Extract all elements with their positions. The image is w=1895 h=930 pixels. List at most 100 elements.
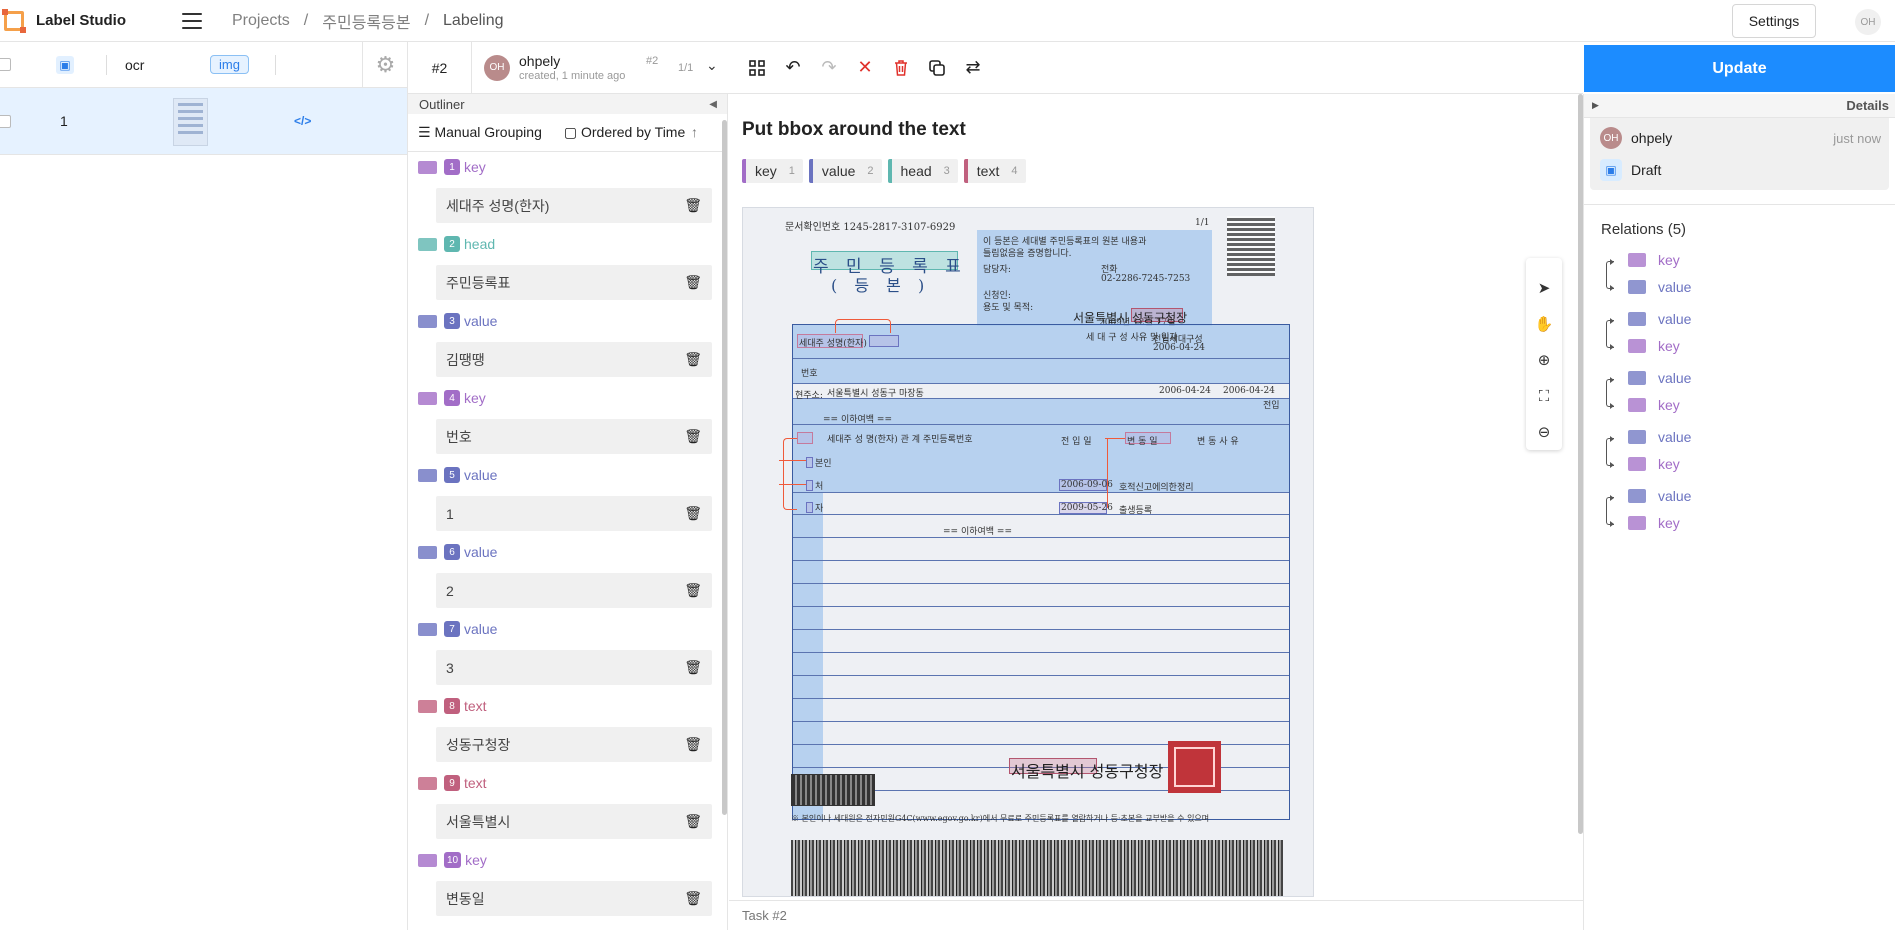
grid-icon[interactable] (739, 50, 775, 86)
relation-item[interactable]: key value (1604, 252, 1895, 311)
region-header[interactable]: 10 key (418, 852, 487, 868)
column-img[interactable]: img (210, 55, 249, 74)
sort-direction-icon[interactable]: ↑ (691, 124, 698, 140)
list-item[interactable]: 3 value 김땡땡 🗑 (408, 309, 727, 386)
settings-button[interactable]: Settings (1732, 4, 1816, 38)
reject-icon[interactable]: ✕ (847, 50, 883, 86)
relation-item[interactable]: value key (1604, 311, 1895, 370)
logo[interactable]: Label Studio (2, 8, 182, 33)
fit-icon[interactable]: ⛶ (1539, 378, 1550, 414)
region-text[interactable]: 세대주 성명(한자) 🗑 (436, 188, 712, 223)
trash-icon[interactable]: 🗑 (684, 890, 702, 907)
code-icon[interactable]: </> (294, 114, 311, 128)
delete-icon[interactable] (883, 50, 919, 86)
region-text[interactable]: 성동구청장 🗑 (436, 727, 712, 762)
ordering-button[interactable]: ▢ Ordered by Time (564, 124, 685, 141)
bbox-value-2[interactable] (806, 480, 813, 491)
update-button[interactable]: Update (1584, 45, 1895, 92)
column-ocr[interactable]: ocr (125, 57, 144, 73)
label-head[interactable]: head 3 (887, 159, 958, 183)
relation-item[interactable]: value key (1604, 488, 1895, 547)
region-text[interactable]: 3 🗑 (436, 650, 712, 685)
trash-icon[interactable]: 🗑 (684, 505, 702, 522)
hand-icon[interactable]: ✋ (1535, 306, 1554, 342)
list-item[interactable]: 9 text 서울특별시 🗑 (408, 771, 727, 848)
outliner-scrollbar[interactable] (722, 120, 727, 815)
undo-icon[interactable]: ↶ (775, 50, 811, 86)
list-item[interactable]: 5 value 1 🗑 (408, 463, 727, 540)
row-checkbox[interactable] (0, 114, 11, 128)
region-text[interactable]: 번호 🗑 (436, 419, 712, 454)
bbox-key-number[interactable] (797, 432, 813, 444)
region-header[interactable]: 1 key (418, 159, 486, 175)
region-header[interactable]: 3 value (418, 313, 497, 329)
relation-item[interactable]: value key (1604, 370, 1895, 429)
zoom-in-icon[interactable]: ⊕ (1538, 342, 1551, 378)
gear-icon[interactable]: ⚙ (362, 42, 408, 88)
user-avatar[interactable]: OH (1855, 9, 1881, 35)
region-header[interactable]: 5 value (418, 467, 497, 483)
region-text[interactable]: 서울특별시 🗑 (436, 804, 712, 839)
list-item[interactable]: 6 value 2 🗑 (408, 540, 727, 617)
list-item[interactable]: 7 value 3 🗑 (408, 617, 727, 694)
annotation-selector[interactable]: OH ohpely created, 1 minute ago #2 1/1 ⌄ (484, 53, 739, 82)
details-header[interactable]: ▶ Details (1584, 94, 1895, 118)
region-header[interactable]: 4 key (418, 390, 486, 406)
relation-to[interactable]: key (1628, 338, 1680, 354)
select-all-checkbox[interactable] (0, 58, 11, 71)
expand-icon[interactable]: ▶ (1592, 100, 1599, 111)
bbox-value-name[interactable] (869, 335, 899, 347)
swap-icon[interactable]: ⇄ (955, 50, 991, 86)
outliner-header[interactable]: Outliner ◀ (408, 94, 727, 114)
relation-item[interactable]: value key (1604, 429, 1895, 488)
region-text[interactable]: 1 🗑 (436, 496, 712, 531)
label-text[interactable]: text 4 (963, 159, 1026, 183)
relation-to[interactable]: value (1628, 279, 1691, 295)
chevron-down-icon[interactable]: ⌄ (706, 57, 718, 74)
redo-icon[interactable]: ↷ (811, 50, 847, 86)
list-item[interactable]: 8 text 성동구청장 🗑 (408, 694, 727, 771)
trash-icon[interactable]: 🗑 (684, 351, 702, 368)
region-text[interactable]: 김땡땡 🗑 (436, 342, 712, 377)
trash-icon[interactable]: 🗑 (684, 274, 702, 291)
region-header[interactable]: 7 value (418, 621, 497, 637)
list-item[interactable]: 2 head 주민등록표 🗑 (408, 232, 727, 309)
region-header[interactable]: 2 head (418, 236, 495, 252)
list-item[interactable]: 4 key 번호 🗑 (408, 386, 727, 463)
relation-to[interactable]: key (1628, 456, 1680, 472)
trash-icon[interactable]: 🗑 (684, 813, 702, 830)
trash-icon[interactable]: 🗑 (684, 582, 702, 599)
trash-icon[interactable]: 🗑 (684, 736, 702, 753)
trash-icon[interactable]: 🗑 (684, 428, 702, 445)
copy-icon[interactable] (919, 50, 955, 86)
trash-icon[interactable]: 🗑 (684, 197, 702, 214)
region-text[interactable]: 주민등록표 🗑 (436, 265, 712, 300)
grouping-button[interactable]: ☰ Manual Grouping (418, 124, 542, 141)
breadcrumb-projects[interactable]: Projects (232, 12, 290, 30)
relation-from[interactable]: value (1628, 488, 1691, 504)
relation-to[interactable]: key (1628, 515, 1680, 531)
relation-to[interactable]: key (1628, 397, 1680, 413)
region-text[interactable]: 변동일 🗑 (436, 881, 712, 916)
relation-from[interactable]: value (1628, 311, 1691, 327)
table-row[interactable]: 1 </> (0, 88, 407, 155)
pointer-icon[interactable]: ➤ (1538, 270, 1551, 306)
label-key[interactable]: key 1 (742, 159, 803, 183)
label-value[interactable]: value 2 (808, 159, 882, 183)
region-header[interactable]: 8 text (418, 698, 487, 714)
region-header[interactable]: 9 text (418, 775, 487, 791)
region-text[interactable]: 2 🗑 (436, 573, 712, 608)
list-item[interactable]: 10 key 변동일 🗑 (408, 848, 727, 925)
relation-from[interactable]: value (1628, 370, 1691, 386)
document-image[interactable]: 문서확인번호 1245-2817-3107-6929 1/1 이 등본은 세대별… (742, 207, 1314, 897)
relation-from[interactable]: value (1628, 429, 1691, 445)
list-item[interactable]: 1 key 세대주 성명(한자) 🗑 (408, 155, 727, 232)
relation-from[interactable]: key (1628, 252, 1680, 268)
menu-icon[interactable] (182, 12, 202, 29)
bbox-value-3[interactable] (806, 502, 813, 513)
trash-icon[interactable]: 🗑 (684, 659, 702, 676)
bbox-value-1[interactable] (806, 457, 813, 468)
region-header[interactable]: 6 value (418, 544, 497, 560)
breadcrumb-project[interactable]: 주민등록등본 (322, 9, 410, 33)
zoom-out-icon[interactable]: ⊖ (1538, 414, 1551, 450)
